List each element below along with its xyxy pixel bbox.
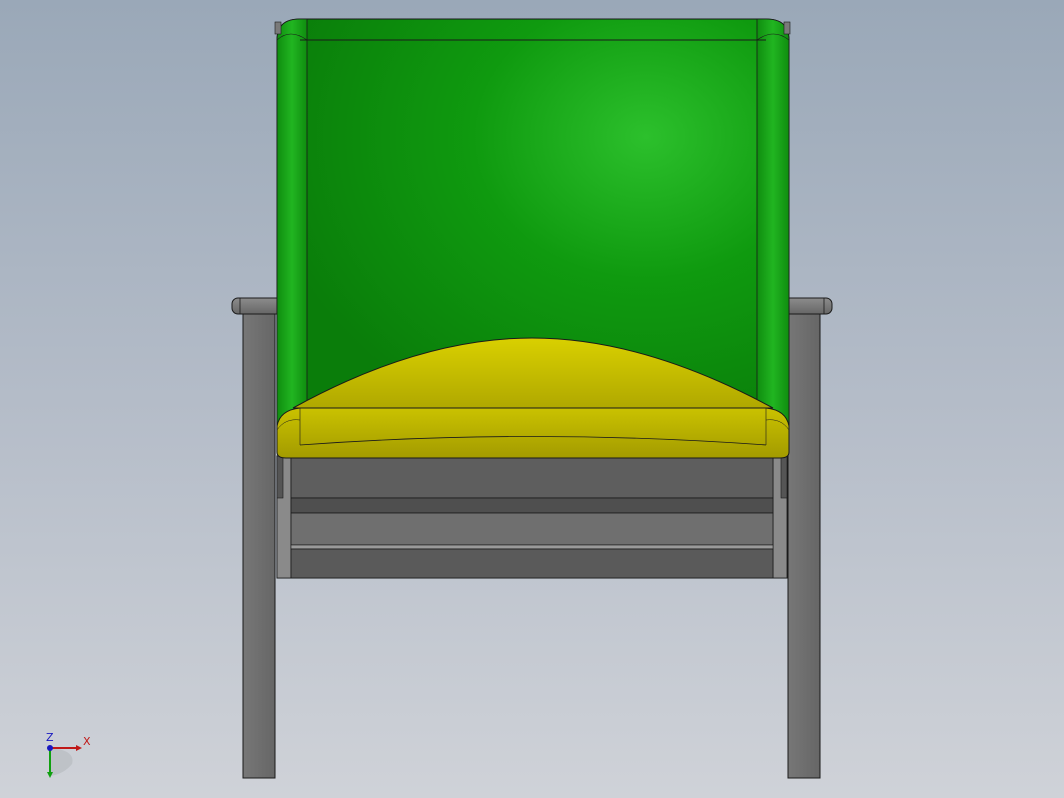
leg-right[interactable]	[787, 311, 821, 779]
x-axis-label: X	[83, 735, 91, 748]
z-axis-label: Z	[46, 731, 54, 744]
z-axis-dot	[47, 745, 53, 751]
leg-left[interactable]	[242, 311, 276, 779]
axis-triad: Z X	[36, 728, 106, 788]
seat-frame[interactable]	[276, 455, 788, 579]
graphics-viewport[interactable]: Z X	[0, 0, 1064, 798]
chair-model[interactable]	[0, 0, 1064, 798]
